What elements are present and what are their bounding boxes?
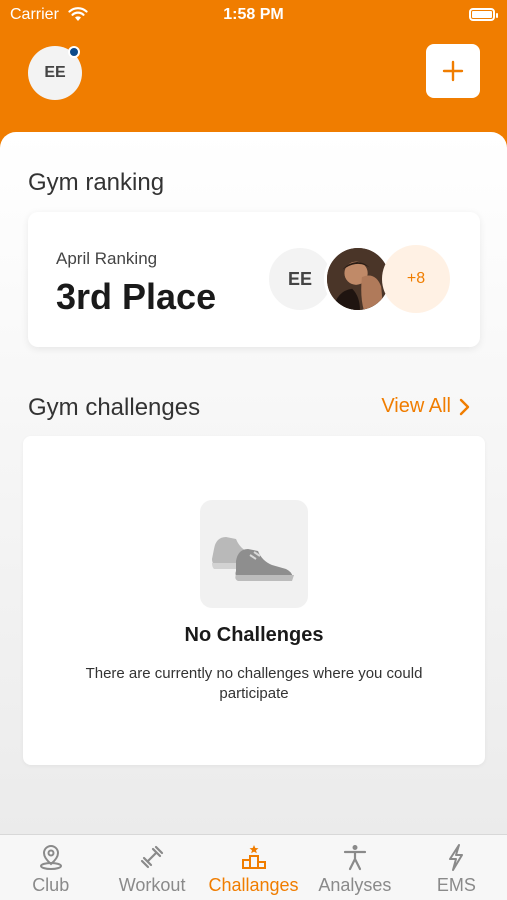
tab-label: Challanges	[208, 875, 299, 895]
more-members-badge[interactable]: +8	[382, 245, 450, 313]
tab-bar: Club Workout Challanges Analyses EMS	[0, 834, 507, 900]
ranking-card[interactable]: April Ranking 3rd Place EE +8	[28, 212, 480, 347]
tab-workout[interactable]: Workout	[101, 835, 202, 900]
lightning-icon	[449, 844, 464, 871]
profile-initials: EE	[44, 64, 66, 81]
status-bar: Carrier 1:58 PM	[0, 0, 507, 30]
tab-challanges[interactable]: Challanges	[203, 835, 304, 900]
profile-avatar[interactable]: EE	[28, 46, 82, 100]
tab-label: Club	[32, 875, 70, 895]
add-button[interactable]	[426, 44, 480, 98]
sneaker-icon	[212, 537, 294, 581]
tab-club[interactable]: Club	[0, 835, 101, 900]
ranking-place: 3rd Place	[56, 276, 217, 317]
notification-dot	[68, 46, 80, 58]
location-pin-icon	[39, 844, 62, 870]
empty-state-description: There are currently no challenges where …	[85, 665, 423, 702]
member-initials: EE	[287, 268, 312, 289]
view-all-label: View All	[381, 395, 451, 417]
empty-state-title: No Challenges	[184, 624, 324, 646]
tab-label: EMS	[436, 875, 476, 895]
person-icon	[343, 845, 367, 871]
battery-icon	[469, 8, 498, 21]
challenges-empty-card: No Challenges There are currently no cha…	[23, 436, 485, 765]
challenges-section-title: Gym challenges	[28, 394, 201, 421]
tab-ems[interactable]: EMS	[406, 835, 507, 900]
view-all-link[interactable]: View All	[381, 395, 471, 418]
podium-icon	[241, 845, 266, 869]
dumbbell-icon	[141, 845, 164, 869]
ranking-month: April Ranking	[56, 249, 158, 268]
tab-label: Workout	[118, 875, 186, 895]
tab-analyses[interactable]: Analyses	[304, 835, 405, 900]
more-members-count: +8	[406, 270, 426, 287]
plus-icon	[442, 60, 464, 82]
empty-illustration	[200, 500, 308, 608]
tab-label: Analyses	[318, 875, 392, 895]
status-time: 1:58 PM	[223, 6, 284, 23]
chevron-right-icon	[459, 398, 470, 415]
member-photo	[327, 248, 389, 310]
ranking-section-title: Gym ranking	[28, 169, 165, 196]
